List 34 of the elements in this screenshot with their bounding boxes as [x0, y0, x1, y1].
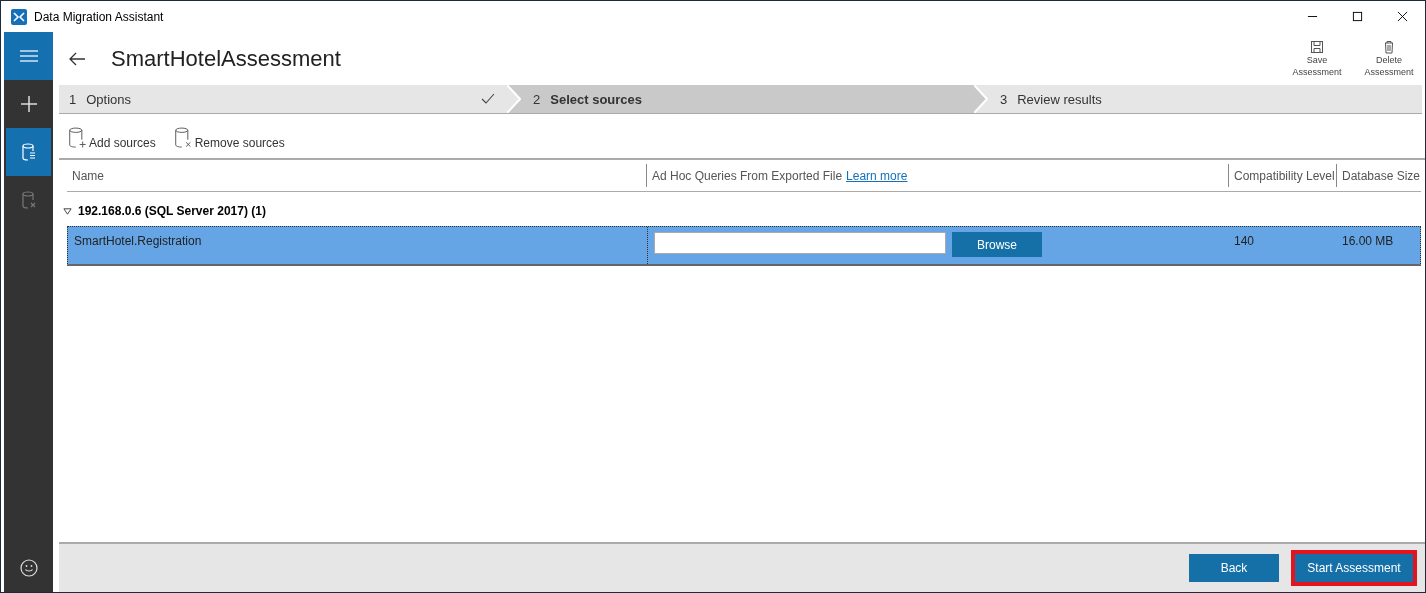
sidebar-item[interactable]	[6, 128, 51, 176]
wizard-step-tab[interactable]: 1 Options	[59, 85, 521, 113]
wizard-step-tab[interactable]: 2 Select sources	[521, 85, 988, 113]
checkmark-icon	[481, 92, 495, 106]
column-header: Database Size	[1342, 168, 1421, 183]
table-row[interactable]: SmartHotel.Registration Browse 140 16.00 MB	[67, 226, 1421, 266]
table-cell: SmartHotel.Registration	[74, 234, 202, 248]
expanded-triangle-icon[interactable]	[63, 206, 72, 216]
column-header: Ad Hoc Queries From Exported File	[652, 168, 843, 183]
smiley-icon[interactable]	[18, 558, 39, 578]
app-logo-icon	[11, 8, 27, 25]
table-cell: 140	[1234, 234, 1255, 248]
back-button[interactable]: Back	[1189, 554, 1279, 582]
window-title: Data Migration Assistant	[34, 9, 164, 24]
delete-assessment-button[interactable]: Delete Assessment	[1353, 39, 1425, 78]
sidebar-item[interactable]	[4, 32, 53, 80]
wizard-step-tab[interactable]: 3 Review results	[988, 85, 1422, 113]
trash-icon	[1382, 39, 1396, 54]
remove-sources-button[interactable]: Remove sources	[173, 126, 285, 150]
save-assessment-button[interactable]: Save Assessment	[1281, 39, 1353, 78]
database-plus-icon	[68, 126, 87, 150]
floppy-icon	[1310, 39, 1324, 54]
page-title: SmartHotelAssessment	[111, 45, 341, 72]
database-x-icon	[173, 126, 193, 150]
plus-icon	[18, 94, 39, 114]
column-header: Compatibility Level	[1234, 168, 1335, 183]
browse-button[interactable]: Browse	[952, 232, 1042, 257]
table-cell: 16.00 MB	[1342, 234, 1394, 248]
file-path-field[interactable]	[654, 232, 946, 254]
column-header: Name	[72, 168, 104, 183]
add-sources-button[interactable]: Add sources	[68, 126, 156, 150]
group-label: 192.168.0.6 (SQL Server 2017) (1)	[78, 204, 266, 218]
start-assessment-button[interactable]: Start Assessment	[1291, 550, 1417, 586]
learn-more-link[interactable]: Learn more	[846, 168, 908, 183]
